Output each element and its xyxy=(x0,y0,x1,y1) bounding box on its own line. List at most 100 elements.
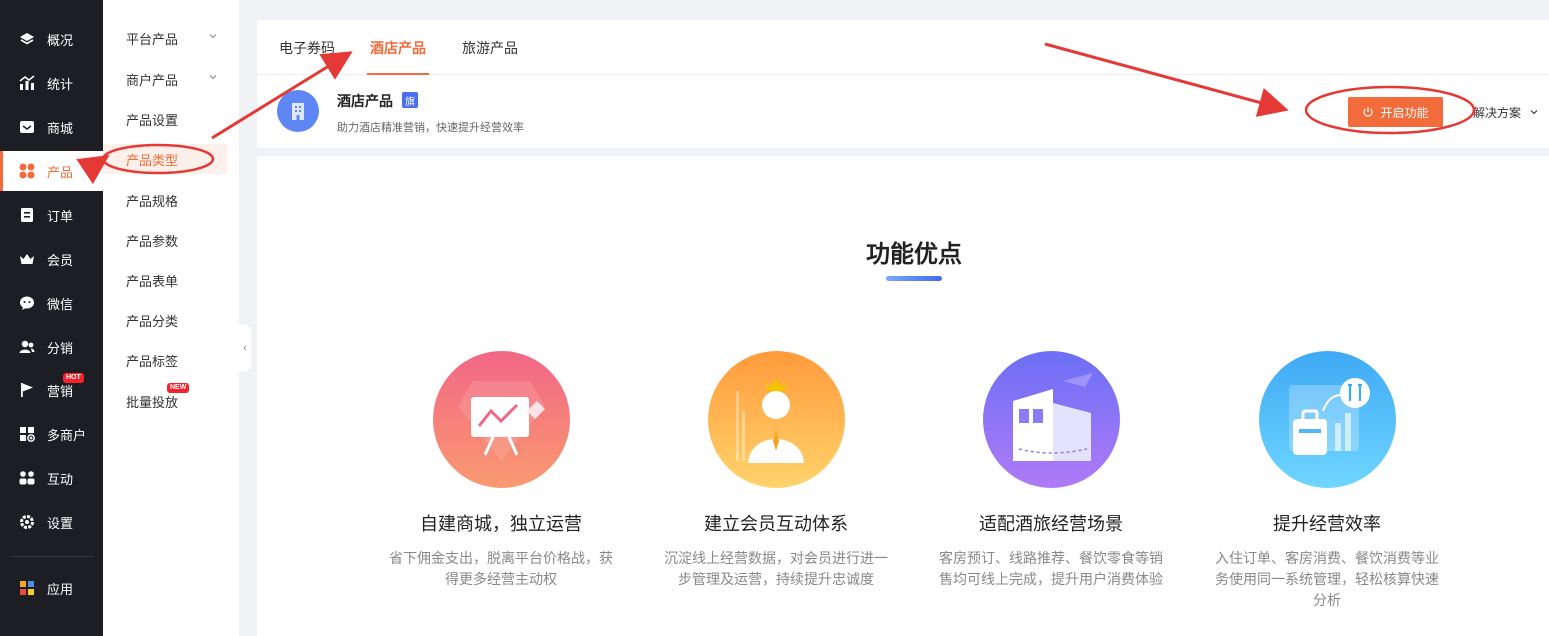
sidebar-item-members[interactable]: 会员 xyxy=(0,239,103,279)
submenu-item-label: 产品表单 xyxy=(126,273,179,289)
feature-card: 建立会员互动体系 沉淀线上经营数据，对会员进行进一步管理及运营，持续提升忠诚度 xyxy=(656,351,896,590)
feature-title: 提升经营效率 xyxy=(1273,514,1381,534)
feature-title: 建立会员互动体系 xyxy=(704,514,848,534)
sidebar-item-interaction[interactable]: 互动 xyxy=(0,458,103,498)
sidebar-item-label: 分销 xyxy=(47,340,74,356)
product-submenu: 平台产品 商户产品 产品设置 产品类型 产品规格 产品参数 产品表单 产品分类 … xyxy=(103,0,239,636)
apps-icon xyxy=(18,579,36,597)
sidebar-item-wechat[interactable]: 微信 xyxy=(0,283,103,323)
sidebar-item-label: 概况 xyxy=(47,32,74,48)
store-plus-icon xyxy=(18,425,36,443)
submenu-item-product-tags[interactable]: 产品标签 xyxy=(103,345,227,375)
sidebar-item-apps[interactable]: 应用 xyxy=(0,568,103,608)
sidebar-item-label: 营销 xyxy=(47,383,74,399)
main-sidebar: 概况 统计 商城 产品 订单 会员 微信 分销 营销 HOT 多商户 互动 设置… xyxy=(0,0,103,636)
hot-badge: HOT xyxy=(63,373,84,383)
power-icon xyxy=(1363,107,1374,117)
submenu-item-merchant-products[interactable]: 商户产品 xyxy=(103,64,227,94)
collapse-submenu-button[interactable]: ‹ xyxy=(239,325,251,371)
submenu-item-product-types[interactable]: 产品类型 xyxy=(103,144,227,174)
enable-feature-button[interactable]: 开启功能 xyxy=(1348,97,1443,127)
submenu-item-label: 商户产品 xyxy=(126,72,179,88)
submenu-item-label: 产品参数 xyxy=(126,233,179,249)
flag-icon xyxy=(18,381,36,399)
feature-card: 提升经营效率 入住订单、客房消费、餐饮消费等业务使用同一系统管理，轻松核算快速分… xyxy=(1207,351,1447,611)
chevron-down-icon xyxy=(209,75,217,80)
vip-member-icon xyxy=(707,351,845,488)
clipboard-icon xyxy=(18,206,36,224)
feature-card: 适配酒旅经营场景 客房预订、线路推荐、餐饮零食等销售均可线上完成，提升用户消费体… xyxy=(931,351,1171,590)
sidebar-item-label: 产品 xyxy=(47,164,74,180)
sidebar-item-label: 订单 xyxy=(47,208,74,224)
active-tab-indicator xyxy=(367,73,429,75)
crown-icon xyxy=(18,250,36,268)
submenu-item-batch-delivery[interactable]: 批量投放 NEW xyxy=(103,383,227,416)
hotel-building-icon xyxy=(277,90,319,132)
sidebar-item-label: 多商户 xyxy=(47,427,87,443)
submenu-item-label: 产品标签 xyxy=(126,353,179,369)
solution-label: 解决方案 xyxy=(1473,105,1522,120)
submenu-item-label: 产品分类 xyxy=(126,313,179,329)
sidebar-item-overview[interactable]: 概况 xyxy=(0,19,103,59)
sidebar-item-orders[interactable]: 订单 xyxy=(0,195,103,235)
solution-dropdown[interactable]: 解决方案 xyxy=(1473,97,1549,127)
presentation-gem-icon xyxy=(432,351,570,488)
submenu-item-label: 批量投放 xyxy=(126,394,179,410)
sidebar-item-distribution[interactable]: 分销 xyxy=(0,327,103,367)
submenu-item-product-specs[interactable]: 产品规格 xyxy=(103,185,227,215)
feature-card: 自建商城，独立运营 省下佣金支出，脱离平台价格战，获得更多经营主动权 xyxy=(381,351,621,590)
chevron-down-icon xyxy=(209,34,217,39)
sidebar-item-label: 设置 xyxy=(47,515,74,531)
grid-flower-icon xyxy=(18,162,36,180)
new-badge: NEW xyxy=(167,383,190,393)
users-icon xyxy=(18,338,36,356)
sidebar-item-label: 互动 xyxy=(47,471,74,487)
luggage-dining-icon xyxy=(1258,351,1396,488)
product-description: 助力酒店精准营销，快速提升经营效率 xyxy=(337,122,524,134)
sidebar-item-products[interactable]: 产品 xyxy=(0,151,103,191)
sidebar-item-label: 商城 xyxy=(47,120,74,136)
gear-icon xyxy=(18,513,36,531)
feature-description: 客房预订、线路推荐、餐饮零食等销售均可线上完成，提升用户消费体验 xyxy=(939,550,1163,587)
sidebar-item-label: 微信 xyxy=(47,296,74,312)
sidebar-item-mall[interactable]: 商城 xyxy=(0,107,103,147)
product-name: 酒店产品 xyxy=(337,93,393,109)
mail-icon xyxy=(18,118,36,136)
hotel-travel-icon xyxy=(982,351,1120,488)
sidebar-item-marketing[interactable]: 营销 HOT xyxy=(0,370,103,410)
chevron-down-icon xyxy=(1530,110,1538,115)
submenu-item-label: 产品规格 xyxy=(126,193,179,209)
sidebar-item-label: 应用 xyxy=(47,581,74,597)
sidebar-item-statistics[interactable]: 统计 xyxy=(0,63,103,103)
feature-description: 入住订单、客房消费、餐饮消费等业务使用同一系统管理，轻松核算快速分析 xyxy=(1215,550,1439,608)
people-icon xyxy=(18,469,36,487)
flagship-badge: 旗 xyxy=(402,92,418,108)
sidebar-item-label: 统计 xyxy=(47,76,74,92)
tab-travel-product[interactable]: 旅游产品 xyxy=(462,38,518,58)
tab-e-coupon[interactable]: 电子券码 xyxy=(279,38,335,58)
submenu-item-platform-products[interactable]: 平台产品 xyxy=(103,23,227,53)
submenu-item-label: 产品类型 xyxy=(126,152,179,168)
wechat-icon xyxy=(18,294,36,312)
tab-hotel-product[interactable]: 酒店产品 xyxy=(370,38,426,58)
feature-description: 沉淀线上经营数据，对会员进行进一步管理及运营，持续提升忠诚度 xyxy=(664,550,888,587)
product-header-card: 电子券码 酒店产品 旅游产品 酒店产品 旗 助力酒店精准营销，快速提升经营效率 … xyxy=(257,20,1549,148)
title-underline xyxy=(886,276,942,281)
submenu-item-product-forms[interactable]: 产品表单 xyxy=(103,265,227,295)
product-tabs: 电子券码 酒店产品 旅游产品 xyxy=(257,20,1549,75)
submenu-item-product-categories[interactable]: 产品分类 xyxy=(103,305,227,335)
sidebar-item-settings[interactable]: 设置 xyxy=(0,502,103,542)
submenu-item-product-params[interactable]: 产品参数 xyxy=(103,225,227,255)
sidebar-item-multi-merchant[interactable]: 多商户 xyxy=(0,414,103,454)
feature-description: 省下佣金支出，脱离平台价格战，获得更多经营主动权 xyxy=(389,550,613,587)
enable-feature-label: 开启功能 xyxy=(1380,105,1429,120)
layers-icon xyxy=(18,30,36,48)
features-title: 功能优点 xyxy=(866,241,962,268)
feature-title: 适配酒旅经营场景 xyxy=(979,514,1123,534)
chart-icon xyxy=(18,74,36,92)
submenu-item-label: 产品设置 xyxy=(126,112,179,128)
submenu-item-product-settings[interactable]: 产品设置 xyxy=(103,104,227,134)
chevron-left-icon: ‹ xyxy=(243,342,247,354)
submenu-item-label: 平台产品 xyxy=(126,31,179,47)
features-section: 功能优点 自建商城，独立运营 省下佣金支出，脱离平台价格战，获得更多经营主动权 xyxy=(257,156,1549,636)
